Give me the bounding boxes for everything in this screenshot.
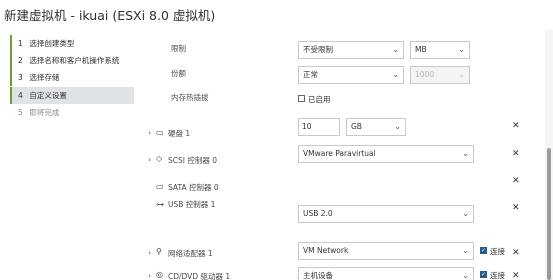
step-ready-to-complete: 5 即将完成 [10,104,134,121]
chevron-right-icon[interactable]: › [148,128,151,137]
memory-shares-value: 正常 [303,70,318,79]
remove-network-adapter-button[interactable]: ✕ [512,248,520,258]
cd-dvd-connect-checkbox[interactable]: ✓ [480,271,487,278]
hard-disk-icon: ▭ [156,128,164,137]
step-label: 选择名称和客户机操作系统 [29,56,120,65]
memory-hotplug-label: 内存热插拔 [171,93,209,102]
chevron-down-icon: ⌄ [462,149,469,158]
step-number: 2 [18,56,23,65]
remove-sata-controller-button[interactable]: ✕ [512,176,520,186]
step-number: 5 [18,108,23,117]
window-title-bar: 新建虚拟机 - ikuai (ESXi 8.0 虚拟机) [0,0,553,30]
scrollbar-thumb[interactable] [547,148,551,280]
remove-cd-dvd-button[interactable]: ✕ [512,271,520,280]
remove-scsi-controller-button[interactable]: ✕ [512,149,520,159]
customize-settings-panel: 限制 不受限制 ⌄ MB ⌄ 份额 正常 ⌄ 1000 ⌄ 内存热插拔 已启用 … [140,30,545,280]
step-number: 3 [18,73,23,82]
hard-disk-label: 硬盘 1 [168,129,191,138]
usb-controller-label: USB 控制器 1 [168,200,216,209]
memory-limit-label: 限制 [171,44,186,53]
sata-controller-icon: ▭ [156,182,164,191]
step-label: 即将完成 [29,108,60,117]
memory-shares-number-select: 1000 ⌄ [410,66,470,84]
chevron-right-icon[interactable]: › [148,155,151,164]
chevron-right-icon[interactable]: › [148,271,151,280]
scsi-controller-type-value: VMware Paravirtual [303,149,376,158]
step-label: 选择创建类型 [29,39,75,48]
cd-dvd-icon: ◎ [156,270,163,279]
chevron-down-icon: ⌄ [462,246,469,255]
remove-usb-controller-button[interactable]: ✕ [512,203,520,213]
memory-limit-select[interactable]: 不受限制 ⌄ [298,41,404,59]
sata-controller-label: SATA 控制器 0 [168,183,219,192]
step-select-name-and-os[interactable]: 2 选择名称和客户机操作系统 [10,52,134,69]
memory-hotplug-checkbox[interactable] [298,95,305,102]
chevron-down-icon: ⌄ [392,45,399,54]
network-adapter-icon: ⚲ [156,247,162,256]
memory-shares-label: 份额 [171,69,186,78]
network-connect-checkbox[interactable]: ✓ [480,247,487,254]
memory-limit-unit: MB [415,45,427,54]
wizard-steps: 1 选择创建类型 2 选择名称和客户机操作系统 3 选择存储 4 自定义设置 5… [0,30,140,280]
usb-controller-type-value: USB 2.0 [303,209,333,218]
step-select-creation-type[interactable]: 1 选择创建类型 [10,35,134,52]
scsi-controller-type-select[interactable]: VMware Paravirtual ⌄ [298,145,474,163]
step-number: 4 [18,91,23,100]
cd-dvd-connect-label: 连接 [490,271,505,280]
chevron-down-icon: ⌄ [462,271,469,280]
chevron-down-icon: ⌄ [458,70,465,79]
chevron-down-icon: ⌄ [462,209,469,218]
step-select-storage[interactable]: 3 选择存储 [10,69,134,86]
hard-disk-size-value: 10 [302,122,312,131]
usb-icon: ⊶ [156,200,164,209]
content-scrollbar[interactable] [545,30,553,280]
scsi-controller-label: SCSI 控制器 0 [168,156,218,165]
chevron-down-icon: ⌄ [458,45,465,54]
usb-controller-type-select[interactable]: USB 2.0 ⌄ [298,205,474,223]
memory-limit-value: 不受限制 [303,45,333,54]
chevron-down-icon: ⌄ [392,70,399,79]
memory-shares-number: 1000 [415,70,435,79]
cd-dvd-type-value: 主机设备 [303,271,333,280]
memory-limit-unit-select[interactable]: MB ⌄ [410,41,470,59]
network-value: VM Network [303,246,349,255]
network-adapter-label: 网络适配器 1 [168,249,213,258]
memory-shares-select[interactable]: 正常 ⌄ [298,66,404,84]
hard-disk-size-input[interactable]: 10 [298,118,340,136]
window-title: 新建虚拟机 - ikuai (ESXi 8.0 虚拟机) [4,8,216,23]
network-select[interactable]: VM Network ⌄ [298,242,474,260]
network-connect-label: 连接 [490,247,505,256]
cd-dvd-label: CD/DVD 驱动器 1 [168,272,231,280]
remove-hard-disk-button[interactable]: ✕ [512,121,520,131]
step-label: 自定义设置 [29,91,67,100]
cd-dvd-type-select[interactable]: 主机设备 ⌄ [298,267,474,280]
step-label: 选择存储 [29,73,60,82]
chevron-right-icon[interactable]: › [148,248,151,257]
step-customize-settings[interactable]: 4 自定义设置 [10,87,134,104]
step-number: 1 [18,39,23,48]
chevron-down-icon: ⌄ [394,122,401,131]
hard-disk-unit: GB [351,122,362,131]
memory-hotplug-checkbox-label: 已启用 [308,95,331,104]
hard-disk-unit-select[interactable]: GB ⌄ [346,118,406,136]
scsi-controller-icon: ◇ [156,154,163,163]
